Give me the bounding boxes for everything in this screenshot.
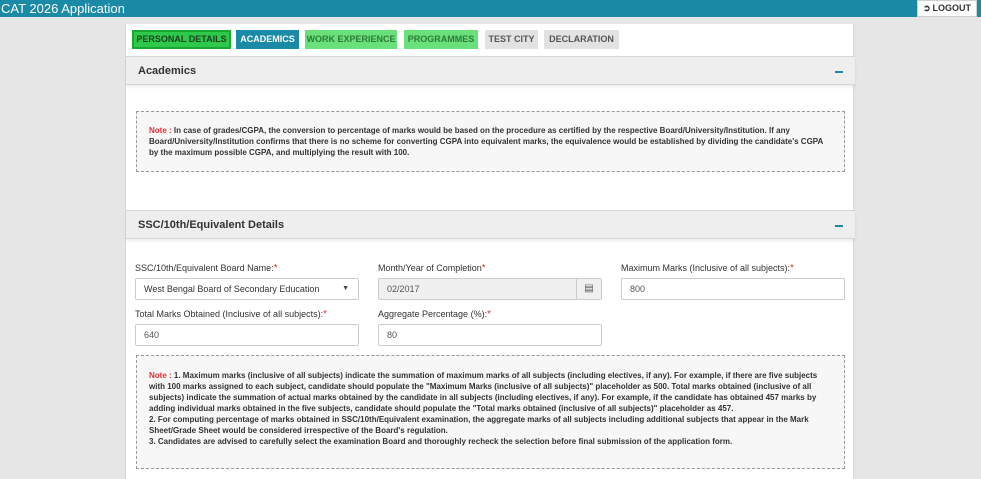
aggregate-value: 80 xyxy=(387,330,398,340)
aggregate-label: Aggregate Percentage (%):* xyxy=(378,309,491,320)
logout-label: LOGOUT xyxy=(932,3,972,13)
calendar-icon[interactable]: ▤ xyxy=(576,279,601,299)
ssc-collapse-icon[interactable] xyxy=(835,225,843,227)
academics-note: Note : In case of grades/CGPA, the conve… xyxy=(136,111,845,172)
academics-note-label: Note : xyxy=(149,126,172,135)
ssc-section-header[interactable]: SSC/10th/Equivalent Details xyxy=(126,210,855,239)
max-marks-label: Maximum Marks (Inclusive of all subjects… xyxy=(621,263,794,274)
academics-collapse-icon[interactable] xyxy=(835,71,843,73)
completion-date-value: 02/2017 xyxy=(387,284,420,294)
caret-down-icon: ▼ xyxy=(342,285,349,292)
required-asterisk: * xyxy=(790,263,794,274)
ssc-note-line3: 3. Candidates are advised to carefully s… xyxy=(149,437,733,446)
ssc-note-label: Note : xyxy=(149,371,172,380)
max-marks-input[interactable]: 800 xyxy=(621,278,845,300)
academics-section-header[interactable]: Academics xyxy=(126,56,855,85)
tab-work-experience[interactable]: WORK EXPERIENCE xyxy=(305,30,397,49)
academics-note-text: In case of grades/CGPA, the conversion t… xyxy=(149,126,824,157)
tab-programmes[interactable]: PROGRAMMES xyxy=(404,30,478,49)
academics-section-title: Academics xyxy=(138,65,197,77)
ssc-note: Note : 1. Maximum marks (inclusive of al… xyxy=(136,355,845,469)
ssc-section-title: SSC/10th/Equivalent Details xyxy=(138,219,285,231)
logout-icon: ➲ xyxy=(922,3,931,13)
required-asterisk: * xyxy=(323,309,327,320)
tab-academics[interactable]: ACADEMICS xyxy=(236,30,299,49)
board-name-select[interactable]: West Bengal Board of Secondary Education… xyxy=(135,278,359,300)
total-marks-value: 640 xyxy=(144,330,160,340)
app-title: CAT 2026 Application xyxy=(1,1,125,16)
logout-button[interactable]: ➲ LOGOUT xyxy=(916,0,977,17)
top-bar: CAT 2026 Application ➲ LOGOUT xyxy=(0,0,981,17)
completion-date-field[interactable]: 02/2017 ▤ xyxy=(378,278,602,300)
application-panel: PERSONAL DETAILS ACADEMICS WORK EXPERIEN… xyxy=(125,24,855,479)
required-asterisk: * xyxy=(481,263,486,274)
total-marks-label: Total Marks Obtained (Inclusive of all s… xyxy=(135,309,327,320)
tab-test-city[interactable]: TEST CITY xyxy=(485,30,538,49)
total-marks-input[interactable]: 640 xyxy=(135,324,359,346)
board-name-label: SSC/10th/Equivalent Board Name:* xyxy=(135,263,278,274)
required-asterisk: * xyxy=(273,263,278,274)
board-name-value: West Bengal Board of Secondary Education xyxy=(144,284,320,294)
required-asterisk: * xyxy=(487,309,491,320)
completion-label: Month/Year of Completion* xyxy=(378,263,486,274)
ssc-note-line1: Note : 1. Maximum marks (inclusive of al… xyxy=(149,371,818,413)
ssc-note-line2: 2. For computing percentage of marks obt… xyxy=(149,415,809,435)
tab-declaration[interactable]: DECLARATION xyxy=(544,30,619,49)
max-marks-value: 800 xyxy=(630,284,646,294)
aggregate-input[interactable]: 80 xyxy=(378,324,602,346)
tab-personal-details[interactable]: PERSONAL DETAILS xyxy=(132,30,231,49)
